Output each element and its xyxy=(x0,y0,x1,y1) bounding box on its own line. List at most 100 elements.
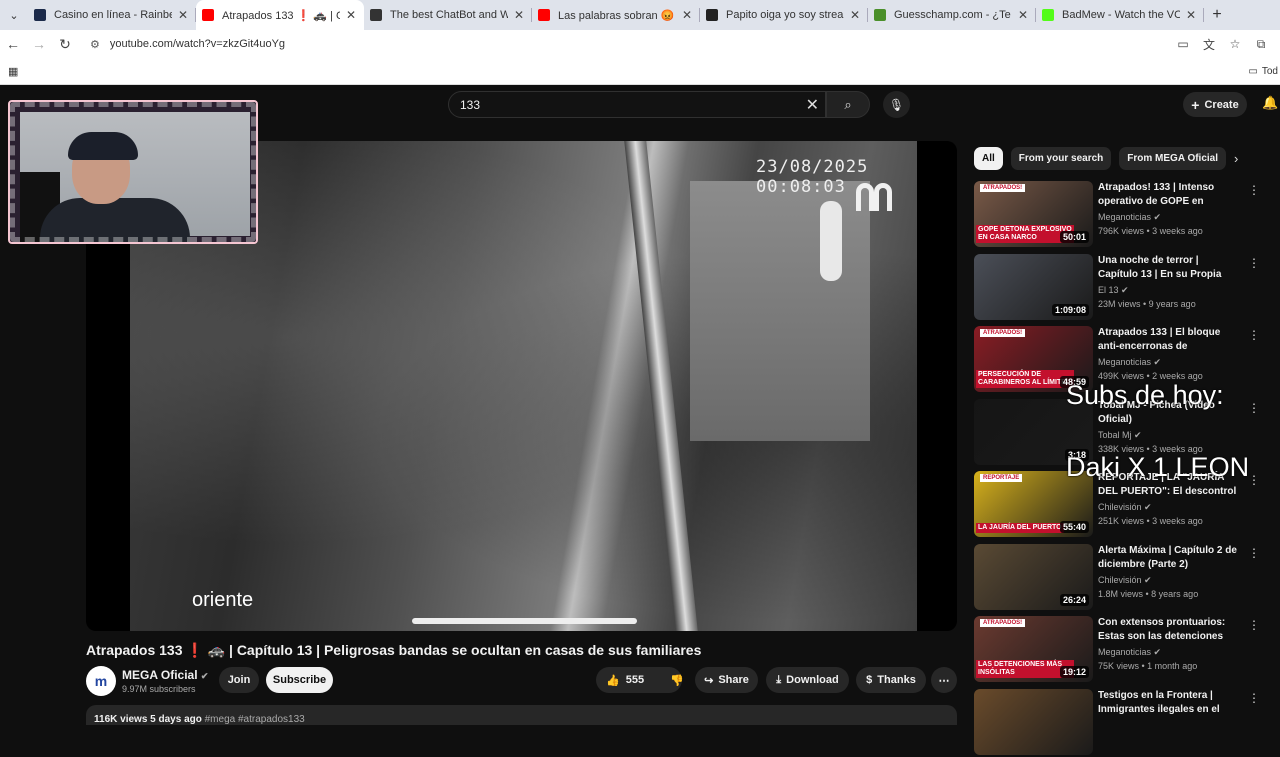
site-info-icon[interactable]: ⚙ xyxy=(90,38,100,51)
download-label: Download xyxy=(786,674,839,686)
close-tab-icon[interactable]: ✕ xyxy=(178,8,188,22)
extensions-icon[interactable]: ⧉ xyxy=(1250,33,1272,55)
recommendation-thumbnail[interactable]: ATRAPADOS! LAS DETENCIONES MÁS INSÓLITAS 1… xyxy=(974,616,1093,682)
recommendation-title[interactable]: Alerta Máxima | Capítulo 2 de diciembre … xyxy=(1098,544,1238,572)
new-tab-icon[interactable]: + xyxy=(1204,2,1230,28)
channel-avatar[interactable]: m xyxy=(86,666,116,696)
search-input[interactable]: 133 ✕ xyxy=(448,91,826,118)
browser-tab[interactable]: The best ChatBot and Widgets ✕ xyxy=(364,0,532,30)
recommendation-channel[interactable]: Chilevisión ✔ xyxy=(1098,502,1152,513)
more-vert-icon[interactable]: ⋮ xyxy=(1248,473,1260,487)
recommendation-title[interactable]: Con extensos prontuarios: Estas son las … xyxy=(1098,616,1238,644)
chevron-right-icon[interactable]: › xyxy=(1234,151,1238,166)
subscribe-button[interactable]: Subscribe xyxy=(266,667,333,693)
more-actions-button[interactable]: ⋯ xyxy=(931,667,957,693)
recommendation-title[interactable]: Una noche de terror | Capítulo 13 | En s… xyxy=(1098,254,1238,282)
recommendation-channel[interactable]: Meganoticias ✔ xyxy=(1098,357,1161,368)
join-button[interactable]: Join xyxy=(219,667,259,693)
recommendation-item[interactable]: ATRAPADOS! LAS DETENCIONES MÁS INSÓLITAS 1… xyxy=(974,616,1274,684)
close-tab-icon[interactable]: ✕ xyxy=(1018,8,1028,22)
close-tab-icon[interactable]: ✕ xyxy=(514,8,524,22)
browser-tab[interactable]: BadMew - Watch the VOD on K ✕ xyxy=(1036,0,1204,30)
recommendation-item[interactable]: Testigos en la Frontera | Inmigrantes il… xyxy=(974,688,1274,757)
favicon-icon xyxy=(706,9,718,21)
browser-tab[interactable]: Las palabras sobran 😡 - YouTube ✕ xyxy=(532,0,700,30)
recommendation-thumbnail[interactable]: ATRAPADOS! GOPE DETONA EXPLOSIVO EN CASA … xyxy=(974,181,1093,247)
recommendation-meta: 75K views • 1 month ago xyxy=(1098,661,1198,671)
recommendation-thumbnail[interactable]: 26:24 xyxy=(974,543,1093,610)
recommendation-meta: 1.8M views • 8 years ago xyxy=(1098,588,1199,599)
share-icon: ↪ xyxy=(704,674,714,687)
install-app-icon[interactable]: ▭ xyxy=(1172,33,1194,55)
more-vert-icon[interactable]: ⋮ xyxy=(1248,183,1260,197)
like-count[interactable]: 555 xyxy=(626,674,644,686)
toolbar-icons: ▭ 文 ☆ ⧉ xyxy=(1172,33,1272,55)
more-vert-icon[interactable]: ⋮ xyxy=(1248,256,1260,270)
webcam-overlay xyxy=(8,100,258,244)
recommendation-title[interactable]: Testigos en la Frontera | Inmigrantes il… xyxy=(1098,689,1238,717)
notifications-bell-icon[interactable]: 🔔 xyxy=(1262,95,1278,111)
back-icon[interactable]: ← xyxy=(0,31,26,57)
dislike-icon[interactable]: 👎 xyxy=(670,674,684,687)
more-vert-icon[interactable]: ⋮ xyxy=(1248,618,1260,632)
favicon-icon xyxy=(370,9,382,21)
all-bookmarks-label[interactable]: Tod xyxy=(1262,66,1278,77)
recommendation-title[interactable]: Atrapados! 133 | Intenso operativo de GO… xyxy=(1098,181,1238,209)
filter-chips: All From your search From MEGA Oficial xyxy=(974,147,1227,170)
recommendation-item[interactable]: ATRAPADOS! GOPE DETONA EXPLOSIVO EN CASA … xyxy=(974,181,1274,249)
clear-search-icon[interactable]: ✕ xyxy=(806,95,819,115)
channel-name[interactable]: MEGA Oficial ✔ xyxy=(122,668,208,682)
recommendation-item[interactable]: 26:24 Alerta Máxima | Capítulo 2 de dicie… xyxy=(974,543,1274,612)
recommendation-channel[interactable]: Tobal Mj ✔ xyxy=(1098,430,1142,441)
bookmark-star-icon[interactable]: ☆ xyxy=(1224,33,1246,55)
browser-tab[interactable]: Papito oiga yo soy streamer ba ✕ xyxy=(700,0,868,30)
like-icon[interactable]: 👍 xyxy=(606,674,620,687)
description-box[interactable]: 116K views 5 days ago #mega #atrapados13… xyxy=(86,705,957,725)
thumbnail-badge: ATRAPADOS! xyxy=(980,619,1026,627)
recommendation-title[interactable]: Atrapados 133 | El bloque anti-encerrona… xyxy=(1098,326,1238,354)
recommendation-thumbnail[interactable]: 1:09:08 xyxy=(974,253,1093,320)
browser-tab[interactable]: Guesschamp.com - ¿Te sabes t ✕ xyxy=(868,0,1036,30)
recommendation-item[interactable]: 1:09:08 Una noche de terror | Capítulo 13… xyxy=(974,253,1274,322)
recommendation-channel[interactable]: Chilevisión ✔ xyxy=(1098,575,1152,586)
browser-tab[interactable]: Casino en línea - Rainbet ✕ xyxy=(28,0,196,30)
more-vert-icon[interactable]: ⋮ xyxy=(1248,328,1260,342)
download-icon: ⤓ xyxy=(776,673,782,686)
recommendation-channel[interactable]: El 13 ✔ xyxy=(1098,285,1129,296)
close-tab-icon[interactable]: ✕ xyxy=(346,8,356,22)
thumbnail-badge: ATRAPADOS! xyxy=(980,329,1026,337)
recommendation-channel[interactable]: Meganoticias ✔ xyxy=(1098,647,1161,658)
filter-chip[interactable]: From MEGA Oficial xyxy=(1119,147,1227,170)
share-button[interactable]: ↪ Share xyxy=(695,667,758,693)
recommendation-channel-text: Meganoticias xyxy=(1098,357,1152,367)
create-button[interactable]: + Create xyxy=(1183,92,1247,117)
voice-search-button[interactable]: 🎙 xyxy=(883,91,910,118)
tab-search-icon[interactable]: ⌄ xyxy=(0,0,28,30)
search-button[interactable]: ⌕ xyxy=(826,91,870,118)
apps-grid-icon[interactable]: ▦ xyxy=(8,65,18,78)
close-tab-icon[interactable]: ✕ xyxy=(1186,8,1196,22)
thanks-button[interactable]: $ Thanks xyxy=(856,667,926,693)
more-vert-icon[interactable]: ⋮ xyxy=(1248,401,1260,415)
address-bar[interactable]: ⚙ youtube.com/watch?v=zkzGit4uoYg xyxy=(84,32,1166,56)
filter-chip[interactable]: From your search xyxy=(1010,147,1112,170)
verified-icon: ✔ xyxy=(1134,429,1142,440)
mic-icon: 🎙 xyxy=(888,97,905,112)
translate-icon[interactable]: 文 xyxy=(1198,33,1220,55)
like-dislike-control: 👍 555 👎 xyxy=(596,667,684,693)
search-icon: ⌕ xyxy=(844,96,852,112)
more-vert-icon[interactable]: ⋮ xyxy=(1248,546,1260,560)
filter-chip[interactable]: All xyxy=(974,147,1003,170)
verified-icon: ✔ xyxy=(1144,502,1152,512)
close-tab-icon[interactable]: ✕ xyxy=(682,8,692,22)
recommendation-channel[interactable]: Meganoticias ✔ xyxy=(1098,212,1161,223)
more-vert-icon[interactable]: ⋮ xyxy=(1248,691,1260,705)
download-button[interactable]: ⤓ Download xyxy=(766,667,849,693)
browser-tab[interactable]: Atrapados 133 ❗ 🚓 | Capítulo ✕ xyxy=(196,0,364,30)
reload-icon[interactable]: ↻ xyxy=(52,31,78,57)
duration-badge: 50:01 xyxy=(1059,231,1089,243)
recommendation-thumbnail[interactable] xyxy=(974,688,1093,755)
close-tab-icon[interactable]: ✕ xyxy=(850,8,860,22)
forward-icon[interactable]: → xyxy=(26,31,52,57)
player-progress-bar[interactable] xyxy=(412,618,637,624)
